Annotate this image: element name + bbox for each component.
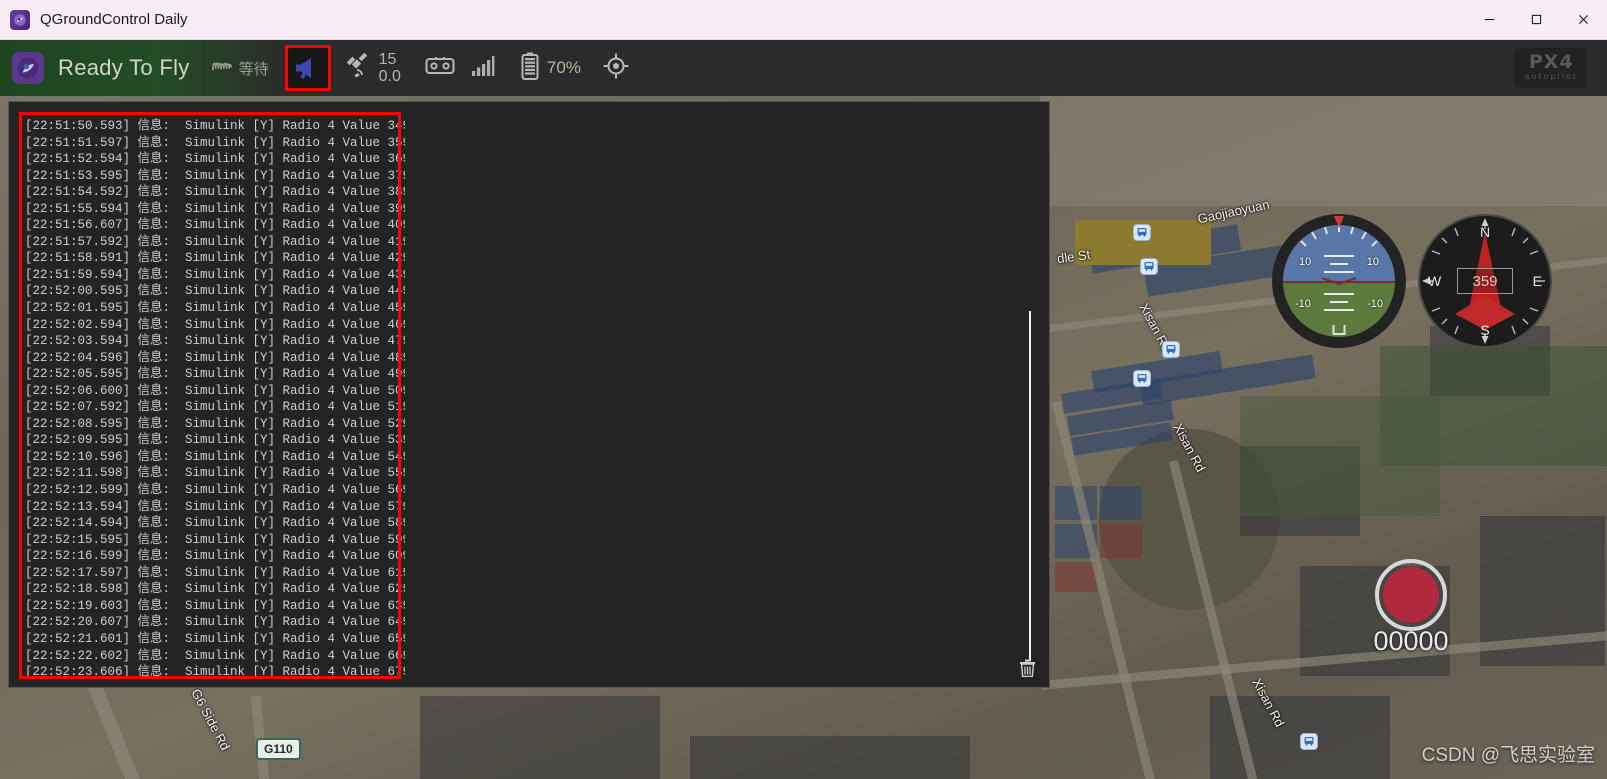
- px4-autopilot-logo: PX4 autopilot: [1515, 48, 1587, 88]
- attitude-indicator[interactable]: 10 10 -10 -10: [1272, 214, 1406, 348]
- log-console-panel[interactable]: [22:51:50.593] 信息: Simulink [Y] Radio 4 …: [8, 101, 1050, 688]
- window-title: QGroundControl Daily: [40, 11, 188, 28]
- bus-stop-icon[interactable]: [1300, 733, 1318, 750]
- log-line: [22:51:54.592] 信息: Simulink [Y] Radio 4 …: [25, 185, 405, 200]
- speaker-announce-icon: [295, 58, 311, 79]
- log-line: [22:52:03.594] 信息: Simulink [Y] Radio 4 …: [25, 334, 405, 349]
- compass-indicator[interactable]: N E S W 359: [1418, 214, 1552, 348]
- log-line: [22:52:16.599] 信息: Simulink [Y] Radio 4 …: [25, 549, 405, 564]
- log-line: [22:52:20.607] 信息: Simulink [Y] Radio 4 …: [25, 615, 405, 630]
- signal-strength-status[interactable]: [471, 40, 495, 96]
- bus-stop-icon[interactable]: [1133, 224, 1151, 241]
- maximize-button[interactable]: [1513, 0, 1560, 40]
- log-line-list[interactable]: [22:51:50.593] 信息: Simulink [Y] Radio 4 …: [25, 118, 405, 678]
- heading-readout-box: 359: [1457, 268, 1513, 294]
- highway-shield-g110: G110: [256, 738, 301, 760]
- log-line: [22:52:04.596] 信息: Simulink [Y] Radio 4 …: [25, 350, 405, 365]
- qgc-vehicle-icon[interactable]: [12, 52, 44, 84]
- signal-bars-icon: [471, 55, 495, 82]
- map-texture: [1055, 562, 1097, 592]
- log-line: [22:52:08.595] 信息: Simulink [Y] Radio 4 …: [25, 416, 405, 431]
- map-texture: [1100, 486, 1142, 520]
- log-line: [22:52:09.595] 信息: Simulink [Y] Radio 4 …: [25, 433, 405, 448]
- video-record-button[interactable]: [1375, 559, 1447, 631]
- clear-log-button[interactable]: [1016, 657, 1038, 679]
- log-line: [22:52:07.592] 信息: Simulink [Y] Radio 4 …: [25, 400, 405, 415]
- log-scrollbar[interactable]: [1029, 311, 1031, 661]
- log-line: [22:51:57.592] 信息: Simulink [Y] Radio 4 …: [25, 234, 405, 249]
- log-line: [22:52:00.595] 信息: Simulink [Y] Radio 4 …: [25, 284, 405, 299]
- rc-controller-status[interactable]: [425, 40, 455, 96]
- log-line: [22:52:18.598] 信息: Simulink [Y] Radio 4 …: [25, 582, 405, 597]
- csdn-watermark: CSDN @飞思实验室: [1421, 745, 1595, 766]
- flight-mode-button[interactable]: [603, 40, 629, 96]
- log-line: [22:52:23.606] 信息: Simulink [Y] Radio 4 …: [25, 665, 405, 678]
- window-titlebar: QGroundControl Daily: [0, 0, 1607, 40]
- close-button[interactable]: [1560, 0, 1607, 40]
- gps-status[interactable]: 15 0.0: [345, 40, 401, 96]
- map-texture: [1240, 396, 1440, 516]
- waveform-icon: [211, 57, 232, 80]
- log-line: [22:51:52.594] 信息: Simulink [Y] Radio 4 …: [25, 152, 405, 167]
- log-line: [22:51:50.593] 信息: Simulink [Y] Radio 4 …: [25, 119, 405, 133]
- bus-stop-icon[interactable]: [1133, 370, 1151, 387]
- log-line: [22:52:01.595] 信息: Simulink [Y] Radio 4 …: [25, 301, 405, 316]
- log-line: [22:51:56.607] 信息: Simulink [Y] Radio 4 …: [25, 218, 405, 233]
- log-line: [22:52:22.602] 信息: Simulink [Y] Radio 4 …: [25, 648, 405, 663]
- log-line: [22:51:53.595] 信息: Simulink [Y] Radio 4 …: [25, 168, 405, 183]
- attitude-roll-pointer: [1334, 216, 1344, 228]
- record-dot-icon: [1383, 567, 1439, 623]
- window-controls: [1466, 0, 1607, 40]
- gps-hdop-value: 0.0: [378, 68, 401, 85]
- map-texture: [690, 736, 970, 779]
- compass-west-label: W: [1428, 273, 1442, 289]
- log-line: [22:52:17.597] 信息: Simulink [Y] Radio 4 …: [25, 565, 405, 580]
- record-timer-label: 00000: [1373, 626, 1449, 656]
- log-line: [22:52:11.598] 信息: Simulink [Y] Radio 4 …: [25, 466, 405, 481]
- compass-east-label: E: [1532, 273, 1542, 289]
- map-texture: [1040, 96, 1607, 206]
- log-line: [22:51:59.594] 信息: Simulink [Y] Radio 4 …: [25, 267, 405, 282]
- px4-logo-subtext: autopilot: [1524, 72, 1578, 82]
- log-line: [22:52:13.594] 信息: Simulink [Y] Radio 4 …: [25, 499, 405, 514]
- waiting-status[interactable]: 等待: [211, 40, 269, 96]
- log-line: [22:52:02.594] 信息: Simulink [Y] Radio 4 …: [25, 317, 405, 332]
- satellite-icon: [345, 52, 373, 85]
- map-texture: [1100, 524, 1142, 558]
- compass-north-label: N: [1479, 224, 1491, 240]
- heading-value: 359: [1472, 272, 1498, 290]
- log-line: [22:52:21.601] 信息: Simulink [Y] Radio 4 …: [25, 631, 405, 646]
- qgc-toolbar: Ready To Fly 等待 15 0.0 70% PX4 autopilot: [0, 40, 1607, 96]
- qgroundcontrol-icon: [10, 9, 30, 30]
- log-line: [22:52:12.599] 信息: Simulink [Y] Radio 4 …: [25, 483, 405, 498]
- battery-icon: [521, 52, 539, 85]
- map-texture: [420, 696, 660, 779]
- battery-percent-label: 70%: [546, 58, 581, 77]
- waiting-label: 等待: [238, 60, 269, 78]
- log-line: [22:52:19.603] 信息: Simulink [Y] Radio 4 …: [25, 598, 405, 613]
- minimize-button[interactable]: [1466, 0, 1513, 40]
- gps-crosshair-icon: [603, 53, 629, 84]
- log-line: [22:52:15.595] 信息: Simulink [Y] Radio 4 …: [25, 532, 405, 547]
- flight-status-text: Ready To Fly: [58, 55, 190, 80]
- log-line: [22:51:51.597] 信息: Simulink [Y] Radio 4 …: [25, 135, 405, 150]
- log-line: [22:51:55.594] 信息: Simulink [Y] Radio 4 …: [25, 201, 405, 216]
- rc-controller-icon: [425, 55, 455, 82]
- bus-stop-icon[interactable]: [1162, 341, 1180, 358]
- px4-logo-text: PX4: [1528, 51, 1574, 74]
- log-line: [22:52:06.600] 信息: Simulink [Y] Radio 4 …: [25, 383, 405, 398]
- attitude-roll-scale: [1300, 225, 1378, 247]
- gps-satellite-count: 15: [378, 50, 397, 68]
- log-line: [22:52:05.595] 信息: Simulink [Y] Radio 4 …: [25, 367, 405, 382]
- log-line: [22:52:14.594] 信息: Simulink [Y] Radio 4 …: [25, 516, 405, 531]
- bus-stop-icon[interactable]: [1140, 258, 1158, 275]
- log-line: [22:51:58.591] 信息: Simulink [Y] Radio 4 …: [25, 251, 405, 266]
- speaker-announce-button[interactable]: [284, 45, 331, 91]
- map-road-label: G6 Side Rd: [188, 686, 233, 753]
- compass-south-label: S: [1480, 322, 1490, 338]
- battery-status[interactable]: 70%: [521, 40, 581, 96]
- trash-icon: [1019, 659, 1035, 677]
- log-line: [22:52:10.596] 信息: Simulink [Y] Radio 4 …: [25, 449, 405, 464]
